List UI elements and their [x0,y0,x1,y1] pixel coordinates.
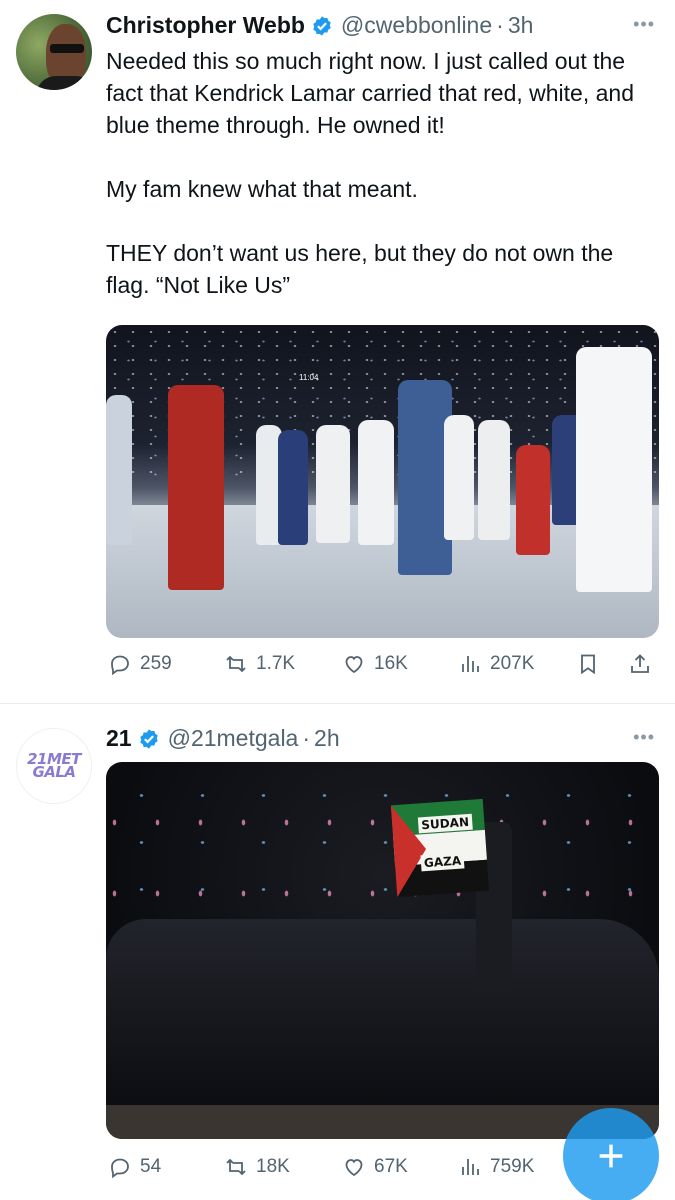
tweet-text: Needed this so much right now. I just ca… [106,45,658,301]
flag-label-gaza: GAZA [420,852,465,872]
tweet-photo[interactable]: SUDAN GAZA [106,762,659,1139]
bookmark-icon [581,654,595,675]
reply-count: 259 [140,653,172,674]
views-button[interactable]: 207K [458,652,534,676]
views-count: 759K [490,1156,535,1177]
tweet-photo[interactable]: 11:04 [106,325,659,638]
tweet-actions: 259 1.7K 16K 207K [106,652,659,680]
share-button[interactable] [628,652,652,676]
author-name[interactable]: Christopher Webb [106,12,305,39]
tweet-paragraph: Needed this so much right now. I just ca… [106,48,634,138]
compose-plus-icon [599,1144,623,1168]
author-handle[interactable]: @21metgala [168,725,299,752]
author-name[interactable]: 21 [106,725,132,752]
like-button[interactable]: 67K [342,1155,408,1179]
repost-button[interactable]: 18K [224,1155,290,1179]
reply-icon [111,655,129,676]
repost-count: 18K [256,1156,290,1177]
tweet-paragraph: My fam knew what that meant. [106,176,418,202]
like-count: 67K [374,1156,408,1177]
views-icon [462,1159,479,1175]
author-handle[interactable]: @cwebbonline [341,12,492,39]
views-button[interactable]: 759K [458,1155,534,1179]
flag-banner: SUDAN GAZA [390,798,490,898]
tweet-time[interactable]: 3h [508,12,534,39]
avatar-logo: 21MET GALA [27,750,81,781]
repost-count: 1.7K [256,653,296,674]
compose-button[interactable] [563,1108,659,1200]
author-avatar[interactable]: 21MET GALA [16,728,92,804]
reply-count: 54 [140,1156,162,1177]
like-icon [345,1159,363,1177]
views-count: 207K [490,653,535,674]
separator-dot: · [496,12,504,38]
repost-icon [226,655,246,673]
author-avatar[interactable] [16,14,92,90]
reply-icon [111,1158,129,1179]
tweet-time[interactable]: 2h [314,725,340,752]
views-icon [462,656,479,672]
verified-icon [139,728,158,749]
repost-icon [226,1158,246,1176]
like-button[interactable]: 16K [342,652,408,676]
tweet-divider [0,703,675,704]
tweet-header: 21 @21metgala · 2h [106,725,340,752]
tweet-paragraph: THEY don’t want us here, but they do not… [106,240,614,298]
tweet-header: Christopher Webb @cwebbonline · 3h [106,12,533,39]
like-count: 16K [374,653,408,674]
reply-button[interactable]: 259 [108,652,172,676]
more-icon[interactable]: ••• [633,14,655,35]
bookmark-button[interactable] [576,652,600,676]
photo-clock: 11:04 [299,373,319,382]
reply-button[interactable]: 54 [108,1155,161,1179]
like-icon [345,656,363,674]
verified-icon [313,15,331,36]
share-icon [631,654,649,673]
separator-dot: · [302,725,311,751]
repost-button[interactable]: 1.7K [224,652,295,676]
tweet-1[interactable]: Christopher Webb @cwebbonline · 3h ••• N… [0,0,675,704]
more-icon[interactable]: ••• [633,727,655,748]
